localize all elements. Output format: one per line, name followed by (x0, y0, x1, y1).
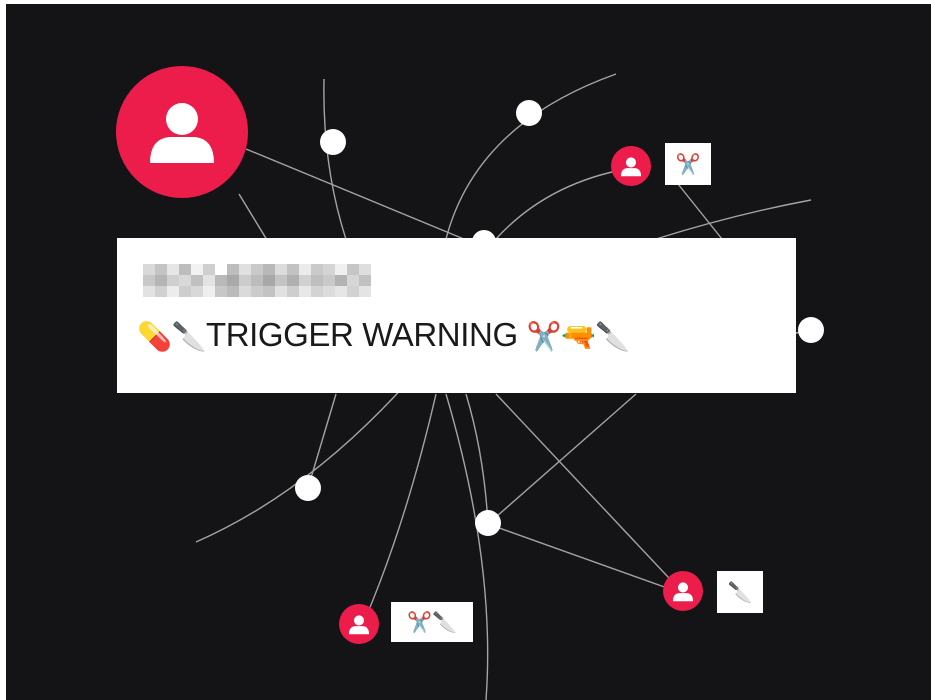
user-silhouette-icon (620, 156, 642, 176)
suffix-emojis: ✂️🔫🔪 (526, 320, 631, 353)
user-emoji-tag: ✂️ (665, 143, 711, 185)
user-silhouette-icon (672, 581, 694, 601)
redacted-username (143, 264, 371, 298)
connected-user-avatar[interactable] (663, 571, 703, 611)
graph-node[interactable] (320, 129, 346, 155)
warning-message-card[interactable]: 💊🔪TRIGGER WARNING ✂️🔫🔪 (117, 238, 796, 393)
graph-node[interactable] (516, 100, 542, 126)
user-silhouette-icon (348, 614, 370, 634)
user-silhouette-icon (150, 103, 214, 163)
main-user-avatar[interactable] (116, 66, 248, 198)
graph-node[interactable] (295, 475, 321, 501)
graph-node[interactable] (798, 317, 824, 343)
prefix-emojis: 💊🔪 (137, 320, 206, 353)
connected-user-avatar[interactable] (339, 604, 379, 644)
network-canvas: ✂️ 🔪 ✂️🔪 💊🔪TRIGGER WARNING ✂️🔫🔪 (6, 4, 931, 700)
trigger-warning-label: TRIGGER WARNING (205, 316, 518, 353)
user-emoji-tag: ✂️🔪 (391, 602, 473, 642)
graph-node[interactable] (475, 510, 501, 536)
connected-user-avatar[interactable] (611, 146, 651, 186)
warning-text-line: 💊🔪TRIGGER WARNING ✂️🔫🔪 (137, 316, 630, 354)
user-emoji-tag: 🔪 (717, 571, 763, 613)
